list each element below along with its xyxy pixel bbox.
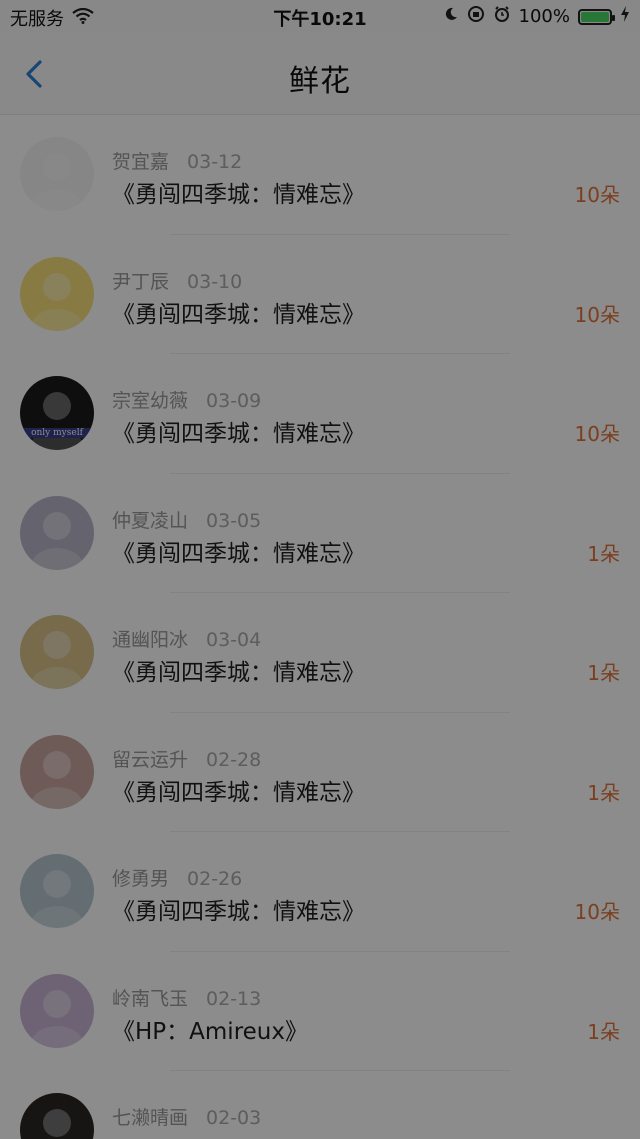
avatar-image xyxy=(31,272,83,331)
page-title: 鲜花 xyxy=(289,64,351,99)
flower-count: 10朵 xyxy=(574,302,620,327)
list-item[interactable]: only myself 宗室幼薇 03-09 《勇闯四季城：情难忘》 10朵 xyxy=(0,354,640,474)
orientation-lock-icon xyxy=(467,5,485,28)
avatar[interactable]: only myself xyxy=(20,376,94,450)
sender-name: 贺宜嘉 xyxy=(112,151,170,173)
avatar-image xyxy=(31,989,83,1048)
send-date: 03-04 xyxy=(206,629,262,651)
avatar-image xyxy=(43,1109,71,1137)
flower-count: 10朵 xyxy=(574,422,620,446)
sender-line: 通幽阳冰 03-04 xyxy=(112,625,261,652)
battery-fill xyxy=(581,11,609,22)
send-date: 02-26 xyxy=(187,868,243,890)
status-right: 100% xyxy=(443,5,630,28)
list-item[interactable]: 通幽阳冰 03-04 《勇闯四季城：情难忘》 1朵 xyxy=(0,593,640,713)
sender-name: 通幽阳冰 xyxy=(112,629,189,651)
send-date: 03-12 xyxy=(187,151,243,173)
sender-name: 七濑晴画 xyxy=(112,1107,189,1129)
flower-count: 1朵 xyxy=(587,661,620,685)
work-title: 《勇闯四季城：情难忘》 xyxy=(112,421,365,447)
list-item[interactable]: 修勇男 02-26 《勇闯四季城：情难忘》 10朵 xyxy=(0,832,640,952)
flower-count: 10朵 xyxy=(574,183,620,207)
sender-name: 修勇男 xyxy=(112,868,170,890)
sender-line: 七濑晴画 02-03 xyxy=(112,1103,261,1130)
avatar-image xyxy=(31,153,83,211)
work-title: 《勇闯四季城：情难忘》 xyxy=(112,660,365,686)
flower-count: 1朵 xyxy=(587,1135,620,1139)
list-item[interactable]: 岭南飞玉 02-13 《HP：Amireux》 1朵 xyxy=(0,952,640,1071)
sender-name: 留云运升 xyxy=(112,748,189,771)
charging-icon xyxy=(620,6,630,27)
list-item[interactable]: 留云运升 02-28 《勇闯四季城：情难忘》 1朵 xyxy=(0,713,640,832)
work-title: 《勇闯四季城：情难忘》 xyxy=(112,779,365,806)
sender-line: 岭南飞玉 02-13 xyxy=(112,984,261,1011)
avatar[interactable] xyxy=(20,734,94,809)
sender-line: 贺宜嘉 03-12 xyxy=(112,147,242,174)
work-title: 《勇闯四季城：情难忘》 xyxy=(112,301,365,328)
avatar[interactable] xyxy=(20,137,94,211)
send-date: 02-13 xyxy=(206,987,262,1010)
send-date: 02-03 xyxy=(206,1107,262,1129)
sender-line: 修勇男 02-26 xyxy=(112,864,242,891)
send-date: 02-28 xyxy=(206,748,262,771)
avatar-caption: only myself xyxy=(20,428,94,438)
sender-line: 仲夏凌山 03-05 xyxy=(112,506,261,533)
work-title: 《HP：Amireux》 xyxy=(112,1018,308,1045)
list-item[interactable]: 仲夏凌山 03-05 《勇闯四季城：情难忘》 1朵 xyxy=(0,474,640,593)
battery-icon xyxy=(578,8,615,25)
list-item[interactable]: 七濑晴画 02-03 《HP：Amireux》 1朵 xyxy=(0,1071,640,1139)
avatar-image xyxy=(31,631,83,689)
sender-name: 岭南飞玉 xyxy=(112,987,189,1010)
flower-count: 1朵 xyxy=(587,541,620,566)
work-title: 《勇闯四季城：情难忘》 xyxy=(112,899,365,925)
navigation-bar: 鲜花 xyxy=(0,32,640,115)
avatar-image xyxy=(31,870,83,928)
sender-line: 尹丁辰 03-10 xyxy=(112,267,242,294)
sender-name: 宗室幼薇 xyxy=(112,390,189,412)
sender-line: 留云运升 02-28 xyxy=(112,745,261,772)
sender-name: 仲夏凌山 xyxy=(112,509,189,532)
work-title: 《勇闯四季城：情难忘》 xyxy=(112,540,365,567)
send-date: 03-10 xyxy=(187,270,243,293)
avatar[interactable] xyxy=(20,615,94,689)
flower-count: 1朵 xyxy=(587,1019,620,1044)
avatar-image xyxy=(31,392,83,450)
avatar[interactable] xyxy=(20,854,94,928)
flower-list[interactable]: 贺宜嘉 03-12 《勇闯四季城：情难忘》 10朵 尹丁辰 03-10 《勇闯四季城… xyxy=(0,115,640,1139)
work-title: 《勇闯四季城：情难忘》 xyxy=(112,182,365,208)
alarm-icon xyxy=(493,5,511,28)
avatar[interactable] xyxy=(20,256,94,331)
avatar[interactable] xyxy=(20,973,94,1048)
work-title: 《HP：Amireux》 xyxy=(112,1131,308,1139)
avatar[interactable] xyxy=(20,495,94,570)
sender-name: 尹丁辰 xyxy=(112,270,170,293)
send-date: 03-05 xyxy=(206,509,262,532)
flower-count: 10朵 xyxy=(574,900,620,924)
avatar-image xyxy=(31,511,83,570)
status-bar: 无服务 下午10:21 100% xyxy=(0,0,640,32)
list-item[interactable]: 尹丁辰 03-10 《勇闯四季城：情难忘》 10朵 xyxy=(0,235,640,354)
flower-count: 1朵 xyxy=(587,780,620,805)
list-item[interactable]: 贺宜嘉 03-12 《勇闯四季城：情难忘》 10朵 xyxy=(0,115,640,235)
moon-icon xyxy=(443,6,459,27)
battery-percent: 100% xyxy=(518,6,570,27)
avatar-image xyxy=(31,750,83,809)
sender-line: 宗室幼薇 03-09 xyxy=(112,386,261,413)
avatar[interactable] xyxy=(20,1093,94,1139)
send-date: 03-09 xyxy=(206,390,262,412)
